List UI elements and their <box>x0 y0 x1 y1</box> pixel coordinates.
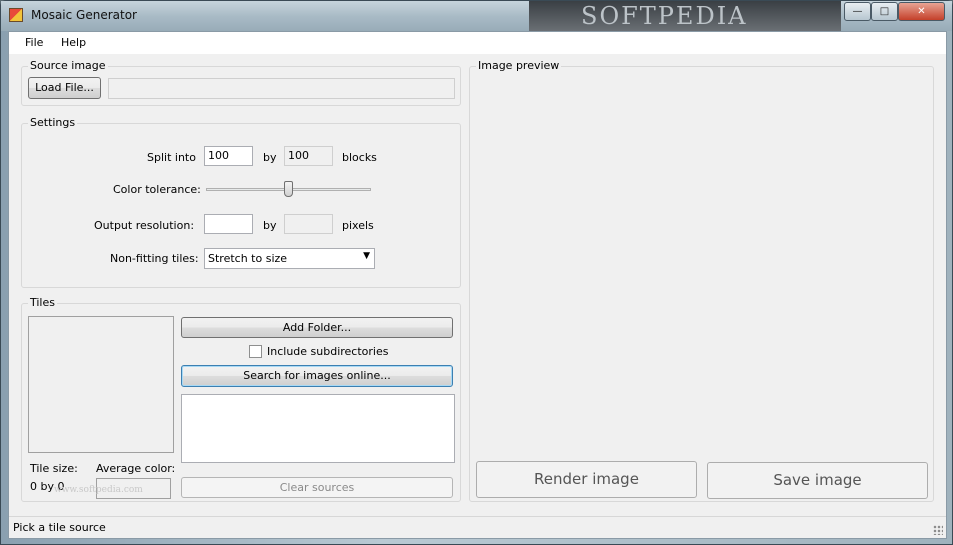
app-icon <box>9 8 23 22</box>
tile-size-label: Tile size: <box>30 462 78 475</box>
window-title: Mosaic Generator <box>31 8 137 22</box>
source-path-field[interactable] <box>108 78 455 99</box>
split-y-input[interactable]: 100 <box>284 146 333 166</box>
load-file-button[interactable]: Load File... <box>28 77 101 99</box>
main-window: Mosaic Generator SOFTPEDIA — □ ✕ File He… <box>0 0 953 545</box>
image-preview-label: Image preview <box>476 59 562 72</box>
softpedia-watermark: www.softpedia.com <box>54 485 143 495</box>
tiles-label: Tiles <box>28 296 57 309</box>
title-bar[interactable]: Mosaic Generator SOFTPEDIA — □ ✕ <box>1 1 952 31</box>
status-bar: Pick a tile source <box>9 516 946 538</box>
include-subdirectories-checkbox[interactable] <box>249 345 262 358</box>
render-image-button[interactable]: Render image <box>476 461 697 498</box>
clear-sources-button[interactable]: Clear sources <box>181 477 453 498</box>
non-fitting-value: Stretch to size <box>208 252 288 265</box>
non-fitting-select[interactable]: Stretch to size ▼ <box>204 248 375 269</box>
include-subdirectories-label[interactable]: Include subdirectories <box>267 345 388 358</box>
menu-bar: File Help <box>9 32 946 54</box>
pixels-label: pixels <box>342 219 374 232</box>
color-tolerance-slider[interactable] <box>284 181 293 197</box>
resize-grip-icon[interactable] <box>933 525 943 535</box>
maximize-button[interactable]: □ <box>871 2 898 21</box>
split-into-label: Split into <box>147 151 196 164</box>
output-resolution-label: Output resolution: <box>94 219 195 232</box>
minimize-button[interactable]: — <box>844 2 871 21</box>
title-watermark: SOFTPEDIA <box>529 1 841 31</box>
split-x-input[interactable]: 100 <box>204 146 253 166</box>
average-color-label: Average color: <box>96 462 176 475</box>
settings-label: Settings <box>28 116 78 129</box>
status-text: Pick a tile source <box>13 521 106 534</box>
add-folder-button[interactable]: Add Folder... <box>181 317 453 338</box>
menu-file[interactable]: File <box>25 36 43 49</box>
client-area: File Help Source image Load File... Sett… <box>8 31 947 539</box>
output-by-label: by <box>263 219 277 232</box>
tile-preview-panel <box>28 316 174 453</box>
save-image-button[interactable]: Save image <box>707 462 928 499</box>
chevron-down-icon: ▼ <box>363 251 370 261</box>
tile-sources-list[interactable] <box>181 394 455 463</box>
search-online-button[interactable]: Search for images online... <box>181 365 453 387</box>
close-button[interactable]: ✕ <box>898 2 945 21</box>
output-height-input[interactable] <box>284 214 333 234</box>
blocks-label: blocks <box>342 151 377 164</box>
menu-help[interactable]: Help <box>61 36 86 49</box>
source-image-label: Source image <box>28 59 108 72</box>
split-by-label: by <box>263 151 277 164</box>
output-width-input[interactable] <box>204 214 253 234</box>
image-preview-group: Image preview <box>469 59 934 502</box>
non-fitting-label: Non-fitting tiles: <box>110 252 199 265</box>
color-tolerance-label: Color tolerance: <box>113 183 201 196</box>
